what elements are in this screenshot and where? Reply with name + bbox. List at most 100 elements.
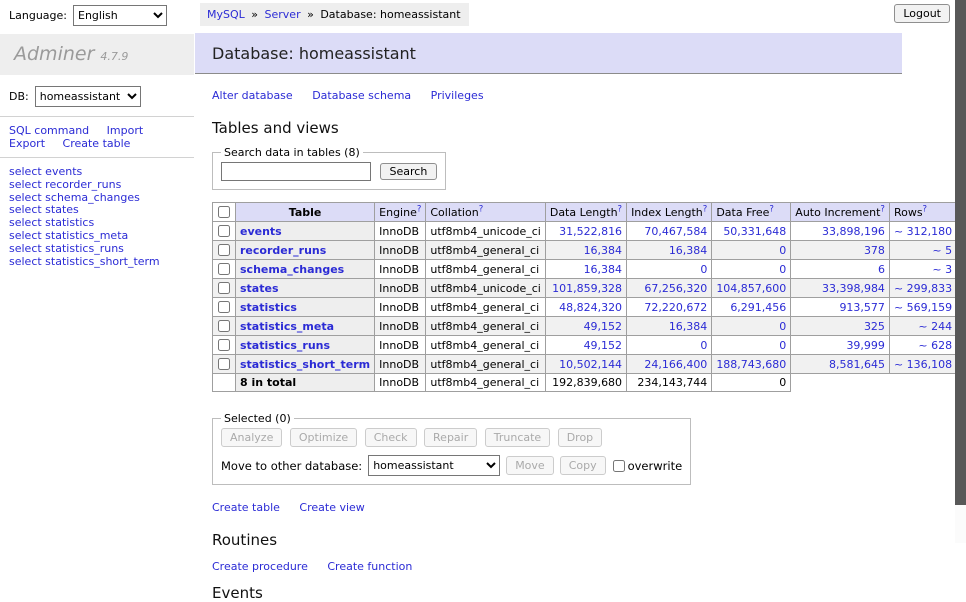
table-link-statistics-runs[interactable]: statistics_runs [240, 339, 330, 352]
table-link-recorder-runs[interactable]: recorder_runs [240, 244, 326, 257]
data-free-link[interactable]: 0 [779, 244, 786, 257]
table-link-schema-changes[interactable]: schema_changes [240, 263, 344, 276]
auto-increment-link[interactable]: 33,898,196 [822, 225, 885, 238]
index-length-link[interactable]: 16,384 [669, 244, 708, 257]
engine-cell: InnoDB [375, 298, 426, 317]
row-checkbox[interactable] [218, 225, 230, 237]
optimize-button[interactable]: Optimize [290, 428, 357, 447]
sidebar-item-select-events[interactable]: select events [9, 166, 194, 179]
row-checkbox[interactable] [218, 320, 230, 332]
sidebar-item-select-statistics-runs[interactable]: select statistics_runs [9, 243, 194, 256]
collation-help-link[interactable]: ? [479, 204, 484, 214]
data-length-link[interactable]: 16,384 [584, 244, 623, 257]
table-link-statistics-short-term[interactable]: statistics_short_term [240, 358, 370, 371]
rows-count-link[interactable]: ~ 569,159 [894, 301, 952, 314]
data-free-link[interactable]: 104,857,600 [716, 282, 786, 295]
rows-count-link[interactable]: ~ 5 [932, 244, 952, 257]
rows-count-link[interactable]: ~ 136,108 [894, 358, 952, 371]
row-checkbox[interactable] [218, 244, 230, 256]
index-length-link[interactable]: 70,467,584 [644, 225, 707, 238]
adminer-logo[interactable]: Adminer4.7.9 [0, 34, 194, 75]
rows-count-link[interactable]: ~ 628 [918, 339, 952, 352]
data-length-link[interactable]: 31,522,816 [559, 225, 622, 238]
sidebar-item-select-statistics-meta[interactable]: select statistics_meta [9, 230, 194, 243]
sidebar-link-import[interactable]: Import [107, 124, 144, 137]
sidebar-item-select-recorder-runs[interactable]: select recorder_runs [9, 179, 194, 192]
index-length-link[interactable]: 0 [700, 339, 707, 352]
table-link-statistics-meta[interactable]: statistics_meta [240, 320, 334, 333]
overwrite-checkbox[interactable] [613, 460, 625, 472]
scrollbar-thumb[interactable] [955, 0, 966, 505]
data-length-link[interactable]: 16,384 [584, 263, 623, 276]
analyze-button[interactable]: Analyze [221, 428, 282, 447]
select-all-checkbox[interactable] [218, 206, 230, 218]
rows-count-link[interactable]: ~ 244 [918, 320, 952, 333]
data-free-help-link[interactable]: ? [769, 204, 774, 214]
row-checkbox[interactable] [218, 358, 230, 370]
create-procedure-link[interactable]: Create procedure [212, 560, 308, 573]
index-length-help-link[interactable]: ? [703, 204, 708, 214]
rows-count-link[interactable]: ~ 312,180 [894, 225, 952, 238]
copy-button[interactable]: Copy [560, 456, 606, 475]
index-length-link[interactable]: 16,384 [669, 320, 708, 333]
database-schema-link[interactable]: Database schema [312, 89, 411, 102]
rows-count-link[interactable]: ~ 299,833 [894, 282, 952, 295]
truncate-button[interactable]: Truncate [485, 428, 550, 447]
table-link-statistics[interactable]: statistics [240, 301, 297, 314]
scrollbar[interactable] [955, 0, 966, 543]
search-button[interactable]: Search [380, 163, 438, 180]
breadcrumb-mysql-link[interactable]: MySQL [207, 8, 245, 21]
move-database-select[interactable]: homeassistant [368, 455, 500, 476]
data-length-link[interactable]: 101,859,328 [552, 282, 622, 295]
rows-count-link[interactable]: ~ 3 [932, 263, 952, 276]
data-free-link[interactable]: 0 [779, 320, 786, 333]
table-link-states[interactable]: states [240, 282, 279, 295]
data-length-help-link[interactable]: ? [618, 204, 623, 214]
data-free-link[interactable]: 50,331,648 [723, 225, 786, 238]
data-free-link[interactable]: 188,743,680 [716, 358, 786, 371]
auto-increment-link[interactable]: 6 [878, 263, 885, 276]
data-free-link[interactable]: 6,291,456 [730, 301, 786, 314]
data-free-link[interactable]: 0 [779, 339, 786, 352]
create-function-link[interactable]: Create function [327, 560, 412, 573]
alter-database-link[interactable]: Alter database [212, 89, 293, 102]
row-checkbox[interactable] [218, 339, 230, 351]
data-length-link[interactable]: 49,152 [584, 320, 623, 333]
row-checkbox[interactable] [218, 301, 230, 313]
table-link-events[interactable]: events [240, 225, 282, 238]
index-length-link[interactable]: 0 [700, 263, 707, 276]
index-length-link[interactable]: 72,220,672 [644, 301, 707, 314]
check-button[interactable]: Check [365, 428, 417, 447]
row-checkbox[interactable] [218, 282, 230, 294]
data-length-link[interactable]: 48,824,320 [559, 301, 622, 314]
auto-increment-link[interactable]: 378 [864, 244, 885, 257]
repair-button[interactable]: Repair [424, 428, 477, 447]
privileges-link[interactable]: Privileges [431, 89, 484, 102]
sidebar-link-create-table[interactable]: Create table [63, 137, 131, 150]
auto-increment-help-link[interactable]: ? [880, 204, 885, 214]
search-input[interactable] [221, 162, 371, 181]
create-view-link[interactable]: Create view [299, 501, 364, 514]
data-length-link[interactable]: 10,502,144 [559, 358, 622, 371]
auto-increment-link[interactable]: 39,999 [846, 339, 885, 352]
engine-help-link[interactable]: ? [417, 204, 422, 214]
row-checkbox[interactable] [218, 263, 230, 275]
rows-help-link[interactable]: ? [923, 204, 928, 214]
move-button[interactable]: Move [506, 456, 554, 475]
index-length-link[interactable]: 24,166,400 [644, 358, 707, 371]
data-length-link[interactable]: 49,152 [584, 339, 623, 352]
sidebar-item-select-statistics-short-term[interactable]: select statistics_short_term [9, 256, 194, 269]
language-select[interactable]: English [73, 5, 167, 26]
auto-increment-link[interactable]: 8,581,645 [829, 358, 885, 371]
breadcrumb-server-link[interactable]: Server [265, 8, 301, 21]
index-length-link[interactable]: 67,256,320 [644, 282, 707, 295]
create-table-link[interactable]: Create table [212, 501, 280, 514]
sidebar-link-export[interactable]: Export [9, 137, 45, 150]
auto-increment-link[interactable]: 325 [864, 320, 885, 333]
auto-increment-link[interactable]: 33,398,984 [822, 282, 885, 295]
db-select[interactable]: homeassistant [35, 86, 141, 107]
data-free-link[interactable]: 0 [779, 263, 786, 276]
sidebar-link-sql-command[interactable]: SQL command [9, 124, 89, 137]
drop-button[interactable]: Drop [558, 428, 602, 447]
auto-increment-link[interactable]: 913,577 [839, 301, 885, 314]
